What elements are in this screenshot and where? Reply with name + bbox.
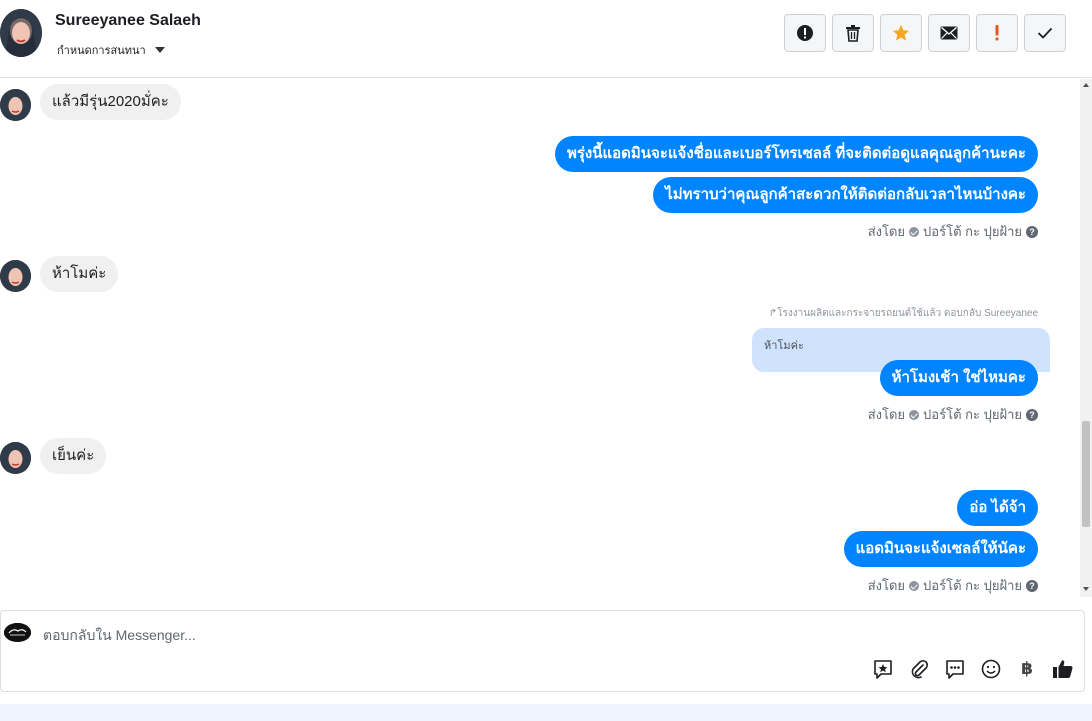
attachment-icon [911, 659, 929, 679]
mail-button[interactable] [928, 14, 970, 52]
page-logo [4, 623, 31, 642]
scroll-down-icon[interactable] [1083, 587, 1089, 591]
like-button[interactable] [1051, 657, 1075, 681]
check-icon [1037, 27, 1053, 39]
sent-by-name: ปอร์โต้ กะ ปุยฝ้าย [923, 407, 1022, 422]
outgoing-message: แอดมินจะแจ้งเซลล์ให้นัคะ [843, 531, 1038, 567]
messenger-inbox-thread: Sureeyanee Salaeh กำหนดการสนทนา แล้วมีรุ… [0, 0, 1092, 721]
sent-by-prefix: ส่งโดย [867, 407, 906, 422]
contact-avatar-small [0, 442, 31, 474]
sent-by-prefix: ส่งโดย [867, 578, 906, 593]
saved-reply-icon [874, 660, 892, 679]
saved-reply-button[interactable] [871, 657, 895, 681]
outgoing-message: อ่อ ได้จ้า [957, 490, 1038, 526]
sent-by-name: ปอร์โต้ กะ ปุยฝ้าย [923, 578, 1022, 593]
star-icon [892, 24, 910, 41]
important-icon [995, 25, 999, 41]
mark-important-button[interactable] [976, 14, 1018, 52]
contact-avatar-small [0, 89, 31, 121]
baht-icon: ฿ [1021, 659, 1033, 678]
contact-avatar-small [0, 260, 31, 292]
incoming-message: แล้วมีรุ่น2020มั่คะ [40, 84, 181, 120]
message-list[interactable]: แล้วมีรุ่น2020มั่คะ พรุ่งนี้แอดมินจะแจ้ง… [0, 79, 1080, 597]
chevron-down-icon [154, 47, 165, 53]
sent-by-label: ส่งโดย ปอร์โต้ กะ ปุยฝ้าย ? [868, 404, 1038, 425]
help-icon[interactable]: ? [1026, 225, 1038, 238]
scroll-up-icon[interactable] [1083, 83, 1089, 87]
emoji-icon [981, 659, 1001, 679]
report-icon [797, 25, 813, 41]
reply-input[interactable]: ตอบกลับใน Messenger... [43, 625, 196, 647]
attach-file-button[interactable] [907, 657, 931, 681]
sent-by-prefix: ส่งโดย [867, 224, 906, 239]
trash-icon [846, 25, 860, 42]
contact-avatar[interactable] [0, 9, 42, 57]
bottom-bar [0, 704, 1092, 721]
outgoing-message: พรุ่งนี้แอดมินจะแจ้งชื่อและเบอร์โทรเซลล์… [554, 136, 1038, 172]
composer-toolbar: ฿ [871, 657, 1075, 681]
thread-header: Sureeyanee Salaeh กำหนดการสนทนา [0, 0, 1092, 78]
help-icon[interactable]: ? [1026, 579, 1038, 592]
report-button[interactable] [784, 14, 826, 52]
quick-replies-button[interactable] [943, 657, 967, 681]
help-icon[interactable]: ? [1026, 408, 1038, 421]
mark-done-button[interactable] [1024, 14, 1066, 52]
outgoing-message: ห้าโมงเช้า ใช่ไหมคะ [879, 360, 1038, 396]
incoming-message: ห้าโมค่ะ [40, 256, 119, 292]
outgoing-message: ไม่ทราบว่าคุณลูกค้าสะดวกให้ติดต่อกลับเวล… [653, 177, 1038, 213]
incoming-message: เย็นค่ะ [40, 438, 107, 474]
star-button[interactable] [880, 14, 922, 52]
delete-button[interactable] [832, 14, 874, 52]
thread-toolbar [784, 14, 1066, 52]
reply-context-note: ↱โรงงานผลิตและกระจายรถยนต์ใช้แล้ว ตอบกลั… [768, 308, 1038, 319]
verified-icon [909, 226, 920, 237]
emoji-button[interactable] [979, 657, 1003, 681]
quick-reply-icon [946, 660, 964, 679]
payment-button[interactable]: ฿ [1015, 657, 1039, 681]
verified-icon [909, 580, 920, 591]
message-list-scrollbar[interactable] [1080, 79, 1092, 597]
reply-composer: ตอบกลับใน Messenger... ฿ [0, 610, 1085, 692]
assign-conversation-dropdown[interactable]: กำหนดการสนทนา [57, 41, 165, 59]
verified-icon [909, 409, 920, 420]
assign-label: กำหนดการสนทนา [57, 45, 146, 57]
like-icon [1053, 660, 1073, 678]
sent-by-label: ส่งโดย ปอร์โต้ กะ ปุยฝ้าย ? [868, 575, 1038, 596]
mail-icon [940, 26, 958, 40]
sent-by-name: ปอร์โต้ กะ ปุยฝ้าย [923, 224, 1022, 239]
sent-by-label: ส่งโดย ปอร์โต้ กะ ปุยฝ้าย ? [868, 221, 1038, 242]
contact-name: Sureeyanee Salaeh [55, 12, 201, 29]
scrollbar-thumb[interactable] [1082, 421, 1090, 527]
